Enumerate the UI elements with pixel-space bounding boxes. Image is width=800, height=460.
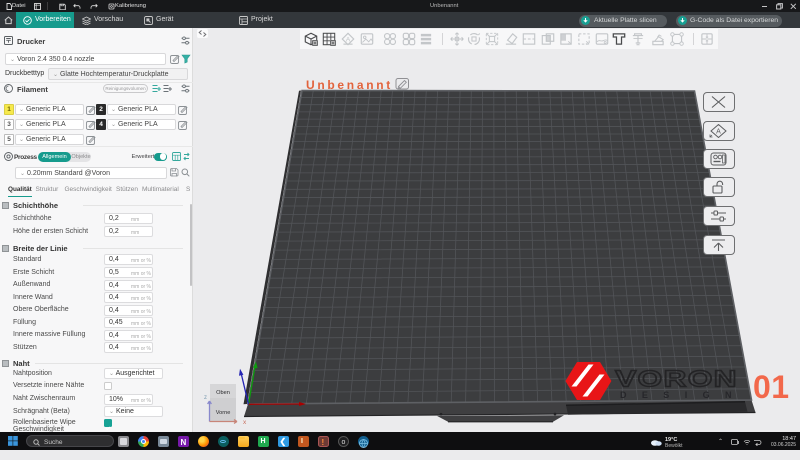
- svg-text:VORON: VORON: [615, 366, 738, 392]
- svg-text:A: A: [716, 129, 721, 136]
- svg-text:DESIGN: DESIGN: [620, 390, 747, 400]
- svg-text:z: z: [204, 395, 207, 401]
- svg-text:x: x: [243, 419, 247, 426]
